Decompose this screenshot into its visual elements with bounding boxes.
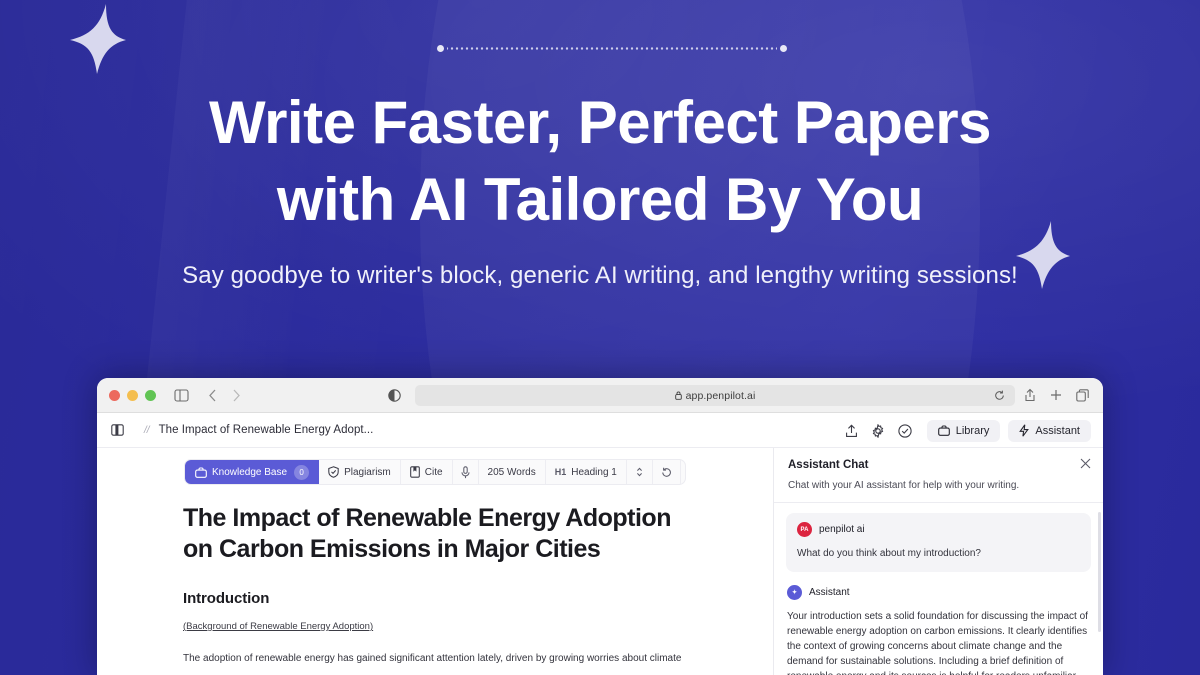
assistant-message-list: PA penpilot ai What do you think about m… <box>774 503 1103 675</box>
hero-title-line-1: Write Faster, Perfect Papers <box>209 89 991 156</box>
hero-title-line-2: with AI Tailored By You <box>276 166 924 233</box>
cite-label: Cite <box>424 466 443 478</box>
chat-message-user: PA penpilot ai What do you think about m… <box>786 513 1091 572</box>
message-header: PA penpilot ai <box>797 522 1080 537</box>
message-body: Your introduction sets a solid foundatio… <box>787 611 1088 675</box>
sidebar-toggle-icon[interactable] <box>174 388 189 402</box>
chat-message-assistant: ✦ Assistant Your introduction sets a sol… <box>786 585 1091 675</box>
plagiarism-label: Plagiarism <box>344 466 391 478</box>
app-header-actions: Library Assistant <box>838 413 1103 448</box>
editor-pane: Knowledge Base 0 Plagiarism Cite 205 Wor… <box>97 448 773 675</box>
reload-icon[interactable] <box>994 390 1005 401</box>
panel-toggle-icon[interactable] <box>111 424 124 436</box>
heading-tag: H1 <box>554 467 567 477</box>
message-author: Assistant <box>809 587 850 598</box>
document-title[interactable]: The Impact of Renewable Energy Adopt... <box>159 424 374 436</box>
chrome-right-actions <box>1024 388 1089 402</box>
message-header: ✦ Assistant <box>787 585 1090 600</box>
page-title: Write Faster, Perfect Papers with AI Tai… <box>0 84 1200 238</box>
url-text: app.penpilot.ai <box>685 389 756 402</box>
app-body: Knowledge Base 0 Plagiarism Cite 205 Wor… <box>97 448 1103 675</box>
library-button[interactable]: Library <box>926 419 1001 442</box>
plagiarism-button[interactable]: Plagiarism <box>319 460 401 484</box>
tabs-overview-icon[interactable] <box>1076 388 1089 402</box>
chevron-updown-icon[interactable] <box>627 460 653 484</box>
microphone-icon[interactable] <box>453 460 479 484</box>
document-heading: The Impact of Renewable Energy Adoption … <box>183 504 671 563</box>
browser-window: app.penpilot.ai // The Impact of Renewab… <box>97 378 1103 675</box>
gear-icon[interactable] <box>865 417 892 444</box>
browser-chrome: app.penpilot.ai <box>97 378 1103 413</box>
share-icon[interactable] <box>1024 388 1036 402</box>
knowledge-base-label: Knowledge Base <box>212 466 288 478</box>
forward-button[interactable] <box>232 389 241 402</box>
briefcase-icon <box>937 425 950 436</box>
assistant-panel-title: Assistant Chat <box>788 459 869 471</box>
assistant-chat-panel: Assistant Chat Chat with your AI assista… <box>773 448 1103 675</box>
app-header: // The Impact of Renewable Energy Adopt.… <box>97 413 1103 448</box>
breadcrumb-separator: // <box>144 424 150 436</box>
knowledge-base-button[interactable]: Knowledge Base 0 <box>185 460 320 484</box>
assistant-button[interactable]: Assistant <box>1008 419 1091 442</box>
editor-toolbar: Knowledge Base 0 Plagiarism Cite 205 Wor… <box>184 459 686 485</box>
window-traffic-lights <box>109 389 156 401</box>
hero-subtitle: Say goodbye to writer's block, generic A… <box>182 262 1018 289</box>
book-icon <box>409 466 420 478</box>
document-content[interactable]: The Impact of Renewable Energy Adoption … <box>97 485 773 667</box>
scrollbar[interactable] <box>1098 512 1101 632</box>
back-button[interactable] <box>208 389 217 402</box>
lock-icon <box>674 391 682 400</box>
avatar: ✦ <box>787 585 802 600</box>
shield-check-icon <box>328 466 339 478</box>
contrast-icon[interactable] <box>388 388 401 402</box>
close-icon[interactable] <box>1080 458 1091 469</box>
check-circle-icon[interactable] <box>892 417 919 444</box>
message-body: What do you think about my introduction? <box>797 548 981 559</box>
message-author: penpilot ai <box>819 524 865 535</box>
close-window-button[interactable] <box>109 389 120 401</box>
redo-icon[interactable] <box>681 460 685 484</box>
upload-icon[interactable] <box>838 417 865 444</box>
heading-selector[interactable]: H1 Heading 1 <box>546 460 627 484</box>
briefcase-icon <box>195 466 207 478</box>
avatar: PA <box>797 522 812 537</box>
maximize-window-button[interactable] <box>145 389 156 401</box>
assistant-panel-subtitle: Chat with your AI assistant for help wit… <box>788 480 1020 491</box>
assistant-panel-header: Assistant Chat Chat with your AI assista… <box>774 448 1103 491</box>
document-section-heading: Introduction <box>183 590 270 607</box>
knowledge-base-count-badge: 0 <box>294 464 310 480</box>
assistant-label: Assistant <box>1035 424 1080 437</box>
minimize-window-button[interactable] <box>127 389 138 401</box>
word-count: 205 Words <box>479 460 546 484</box>
address-bar[interactable]: app.penpilot.ai <box>415 385 1015 406</box>
hero-text-block: Write Faster, Perfect Papers with AI Tai… <box>0 0 1200 291</box>
library-label: Library <box>955 424 990 437</box>
undo-icon[interactable] <box>653 460 681 484</box>
lightning-icon <box>1019 424 1030 437</box>
document-paragraph: The adoption of renewable energy has gai… <box>183 653 682 664</box>
document-subnote: (Background of Renewable Energy Adoption… <box>183 621 374 632</box>
cite-button[interactable]: Cite <box>401 460 453 484</box>
new-tab-icon[interactable] <box>1050 389 1062 401</box>
heading-label: Heading 1 <box>571 466 617 478</box>
